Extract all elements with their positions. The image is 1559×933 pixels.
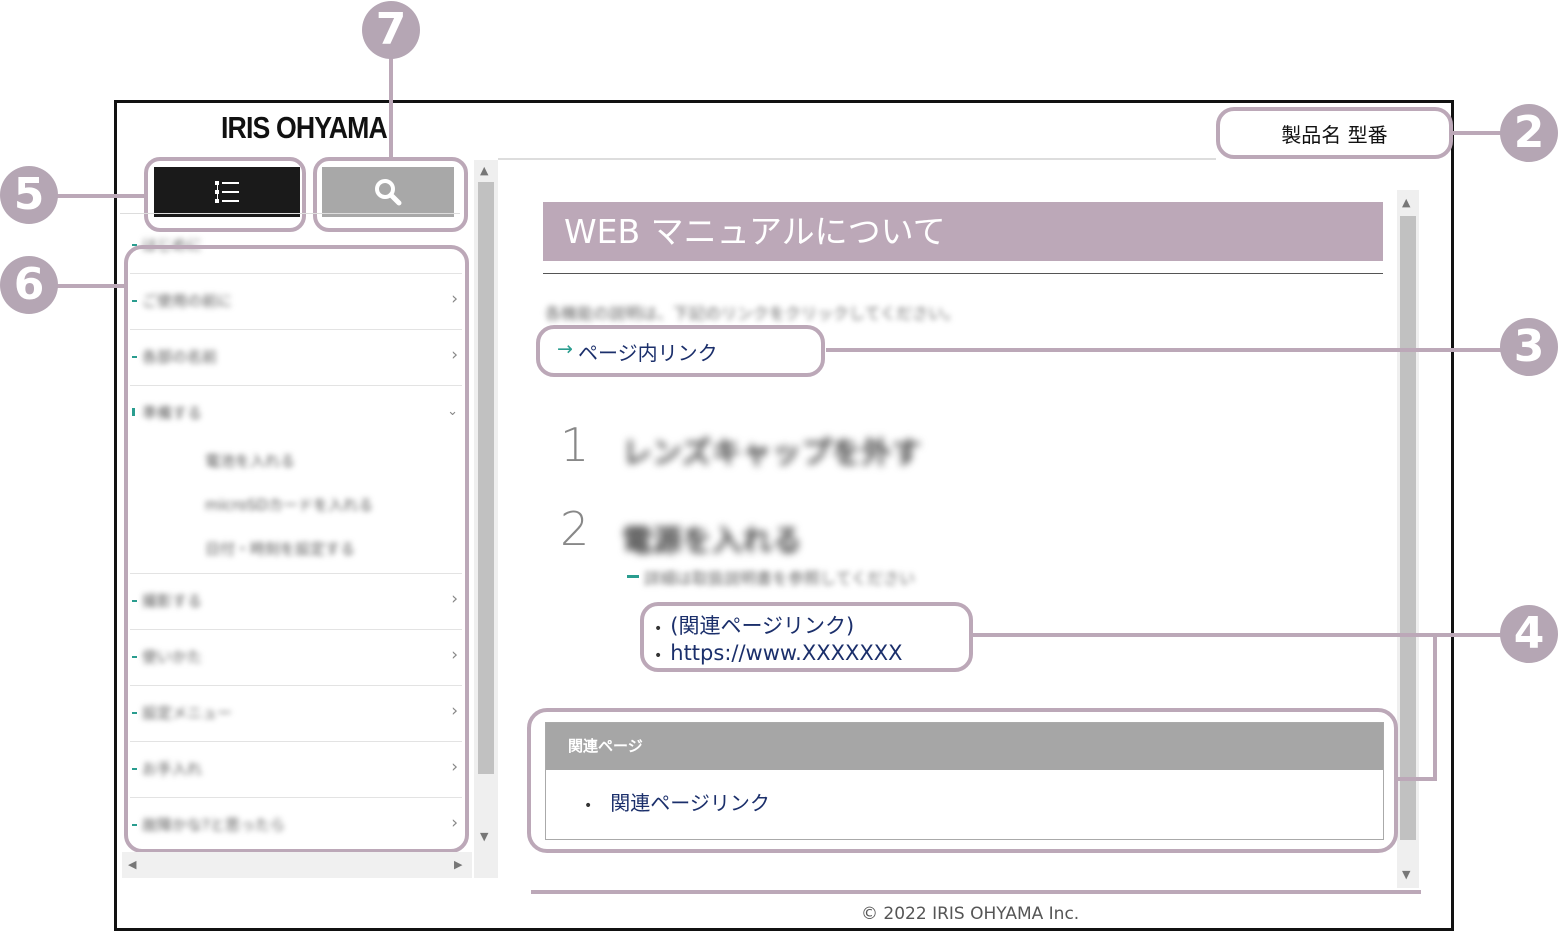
callout-leader [826,348,1502,352]
step-text: レンズキャップを外す [622,436,922,471]
callout-3: 3 [1500,318,1558,376]
in-page-link-highlight[interactable]: → ページ内リンク [536,325,825,377]
sub-note: 詳細は取扱説明書を参照してください [644,569,916,588]
product-name-label: 製品名 型番 [1216,107,1453,159]
callout-4: 4 [1500,605,1558,663]
bullet: • [654,621,663,637]
callout-5: 5 [0,166,58,224]
reference-page-link[interactable]: (関連ページリンク) [670,614,854,638]
sub-note-marker [627,575,639,578]
scroll-up-icon[interactable]: ▲ [480,164,488,177]
callout-2: 2 [1500,104,1558,162]
callout-6: 6 [0,256,58,314]
related-pages-highlight [527,708,1398,853]
arrow-right-icon: → [557,338,573,360]
footer-divider [531,890,1421,894]
sidebar-vertical-scrollbar[interactable]: ▲ ▼ [474,160,498,878]
scroll-down-icon[interactable]: ▼ [480,830,488,843]
callout-leader [973,633,1503,637]
reference-links-highlight: • (関連ページリンク) • https://www.XXXXXXX [640,602,973,672]
content-vertical-scrollbar[interactable]: ▲ ▼ [1397,190,1419,888]
step-text: 電源を入れる [622,524,802,559]
callout-leader [1453,131,1505,135]
brand-logo: IRIS OHYAMA [221,110,388,145]
scroll-left-icon[interactable]: ◀ [128,858,136,871]
callout-leader [389,55,393,157]
callout-leader [1433,633,1437,781]
scroll-down-icon[interactable]: ▼ [1402,868,1410,881]
scroll-right-icon[interactable]: ▶ [454,858,462,871]
step-number: 2 [560,502,590,556]
callout-leader [55,284,125,288]
product-name-text: 製品名 型番 [1281,122,1388,147]
scrollbar-thumb[interactable] [478,182,494,774]
reference-link-item[interactable]: • https://www.XXXXXXX [654,641,903,665]
step-number: 1 [560,418,590,472]
in-page-link[interactable]: ページ内リンク [578,337,718,366]
callout-leader [55,194,145,198]
copyright: © 2022 IRIS OHYAMA Inc. [861,904,1080,924]
reference-link-item[interactable]: • (関連ページリンク) [654,610,854,640]
callout-7: 7 [362,1,420,59]
sidebar-horizontal-scrollbar[interactable]: ◀ ▶ [122,852,472,878]
scroll-up-icon[interactable]: ▲ [1402,196,1410,209]
scrollbar-thumb[interactable] [1400,216,1416,840]
sidebar-nav-highlight [124,245,469,853]
reference-url-link[interactable]: https://www.XXXXXXX [670,641,902,665]
callout-leader [1398,777,1437,781]
bullet: • [654,648,663,664]
intro-text: 各機能の説明は、下記のリンクをクリックしてください。 [545,304,961,323]
title-divider [543,273,1383,274]
sidebar-divider [120,213,460,214]
content-header-divider [498,158,1216,160]
page-title: WEB マニュアルについて [543,202,1383,261]
